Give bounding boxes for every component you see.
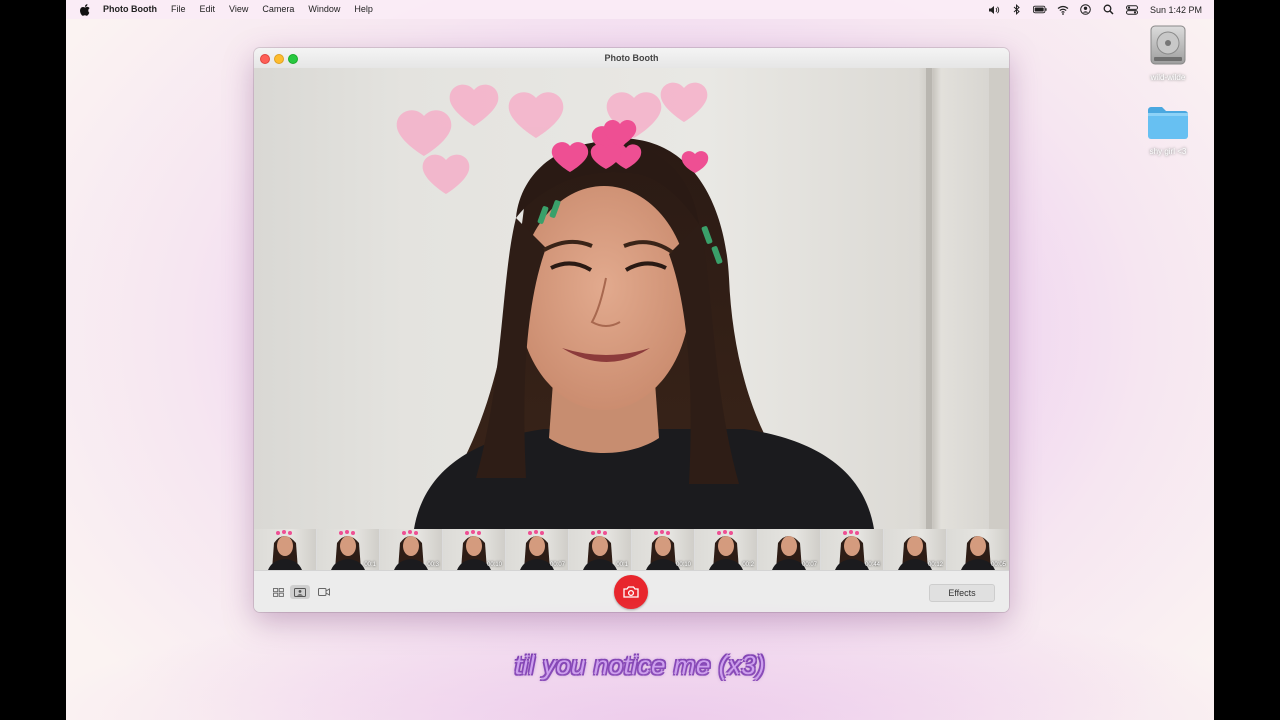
thumbnail-duration: 00:05 <box>990 562 1006 568</box>
volume-icon[interactable] <box>987 4 1001 16</box>
video-icon[interactable] <box>314 585 334 599</box>
apple-menu-icon[interactable] <box>78 0 92 19</box>
take-photo-button[interactable] <box>614 575 648 609</box>
thumbnail-duration: 00:2 <box>742 562 754 568</box>
thumbnail[interactable]: 00:05 <box>947 529 1009 570</box>
menu-window[interactable]: Window <box>301 0 347 19</box>
single-photo-icon[interactable] <box>290 585 310 599</box>
window-title: Photo Booth <box>604 53 659 63</box>
menu-help[interactable]: Help <box>347 0 380 19</box>
camera-scene <box>396 68 1009 529</box>
thumbnail[interactable]: 00:2 <box>695 529 757 570</box>
thumbnail-duration: 00:44 <box>864 562 880 568</box>
hard-drive-icon <box>1133 24 1203 71</box>
thumbnail[interactable]: 00:10 <box>443 529 505 570</box>
wifi-icon[interactable] <box>1056 4 1070 16</box>
menu-file[interactable]: File <box>164 0 193 19</box>
status-area: Sun 1:42 PM <box>987 0 1202 19</box>
desktop-icon-folder[interactable]: shy girl <3 <box>1133 104 1203 156</box>
thumbnail-duration: 00:1 <box>616 562 628 568</box>
thumbnail-duration: 00:1 <box>364 562 376 568</box>
thumbnail-image <box>268 530 302 570</box>
desktop-icon-label: shy girl <3 <box>1149 147 1187 156</box>
thumbnail[interactable]: 00:07 <box>506 529 568 570</box>
grid-view-icon[interactable] <box>268 585 288 599</box>
menu-app-name[interactable]: Photo Booth <box>96 0 164 19</box>
thumbnail-duration: 00:10 <box>486 562 502 568</box>
video-caption: til you notice me (x3) <box>514 650 766 680</box>
thumbnail[interactable]: 00:3 <box>380 529 442 570</box>
bluetooth-icon[interactable] <box>1010 4 1024 16</box>
effects-button[interactable]: Effects <box>929 584 995 602</box>
thumbnail-duration: 00:10 <box>675 562 691 568</box>
thumbnail[interactable] <box>254 529 316 570</box>
control-center-icon[interactable] <box>1125 4 1139 16</box>
camera-preview <box>254 68 1009 529</box>
photo-booth-window: Photo Booth 00:1 00:3 00:10 00:07 00:1 0… <box>254 48 1009 612</box>
menu-view[interactable]: View <box>222 0 255 19</box>
thumbnail[interactable]: 00:10 <box>632 529 694 570</box>
thumbnail-duration: 00:07 <box>549 562 565 568</box>
thumbnail[interactable]: 00:07 <box>758 529 820 570</box>
spotlight-search-icon[interactable] <box>1102 4 1116 16</box>
title-bar[interactable]: Photo Booth <box>254 48 1009 69</box>
thumbnail[interactable]: 00:44 <box>821 529 883 570</box>
user-account-icon[interactable] <box>1079 4 1093 16</box>
menu-camera[interactable]: Camera <box>255 0 301 19</box>
menu-clock[interactable]: Sun 1:42 PM <box>1150 5 1202 15</box>
folder-icon <box>1133 104 1203 145</box>
thumbnail-duration: 00:12 <box>927 562 943 568</box>
thumbnail[interactable]: 00:1 <box>317 529 379 570</box>
heart-crown-effect <box>551 120 709 173</box>
desktop-icon-drive[interactable]: wild-wilde <box>1133 24 1203 82</box>
thumbnail-duration: 00:3 <box>427 562 439 568</box>
battery-icon[interactable] <box>1032 4 1047 16</box>
menu-edit[interactable]: Edit <box>193 0 223 19</box>
thumbnail[interactable]: 00:12 <box>884 529 946 570</box>
filmstrip: 00:1 00:3 00:10 00:07 00:1 00:10 00:2 00… <box>254 529 1009 570</box>
bottom-toolbar: Effects <box>254 570 1009 612</box>
thumbnail-duration: 00:07 <box>801 562 817 568</box>
menu-bar: Photo Booth File Edit View Camera Window… <box>66 0 1214 19</box>
camera-icon <box>623 586 639 598</box>
desktop: Photo Booth File Edit View Camera Window… <box>66 0 1214 720</box>
thumbnail[interactable]: 00:1 <box>569 529 631 570</box>
desktop-icon-label: wild-wilde <box>1150 73 1186 82</box>
